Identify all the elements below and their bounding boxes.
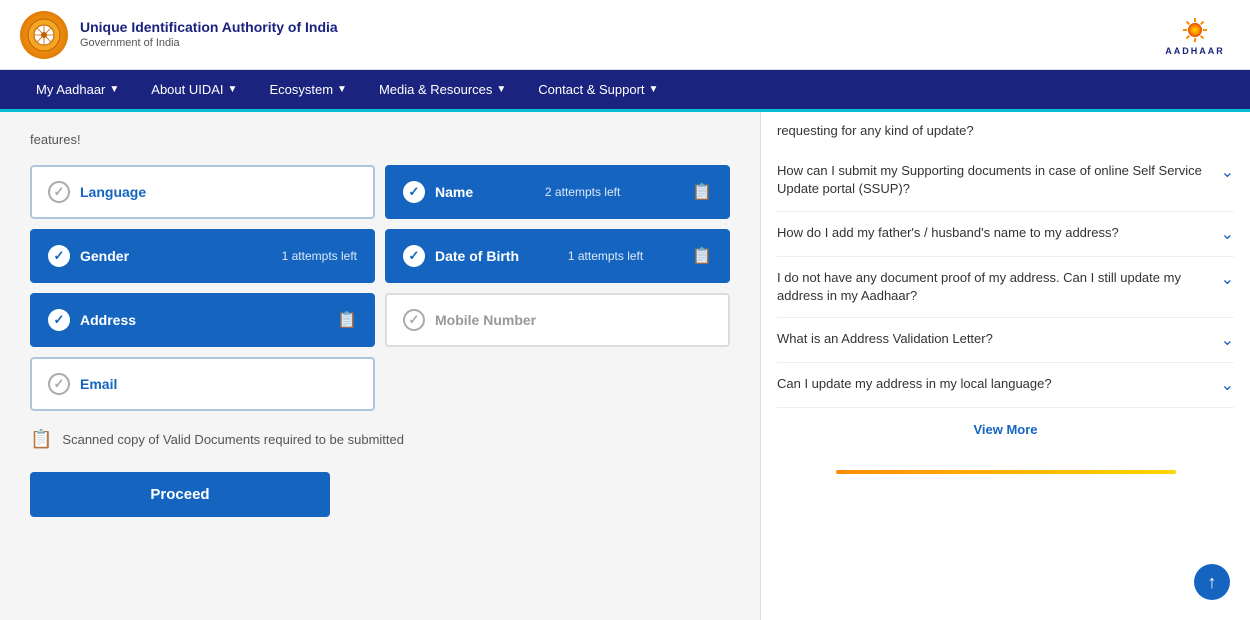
proceed-button[interactable]: Proceed [30,472,330,517]
nav-media-resources[interactable]: Media & Resources ▼ [363,70,522,109]
update-options-grid: ✓ Language ✓ Name 2 attempts left 📋 ✓ Ge… [30,165,730,411]
option-gender[interactable]: ✓ Gender 1 attempts left [30,229,375,283]
nav-about-uidai[interactable]: About UIDAI ▼ [135,70,253,109]
option-address[interactable]: ✓ Address 📋 [30,293,375,347]
illustration-bar [836,470,1176,474]
faq-question-text-3: I do not have any document proof of my a… [777,269,1211,305]
name-doc-icon: 📋 [692,182,712,202]
faq-chevron-1: ⌄ [1221,162,1234,182]
faq-item-4: What is an Address Validation Letter? ⌄ [777,318,1234,363]
main-navbar: My Aadhaar ▼ About UIDAI ▼ Ecosystem ▼ M… [0,70,1250,112]
name-check-icon: ✓ [403,181,425,203]
nav-contact-support[interactable]: Contact & Support ▼ [522,70,674,109]
aadhaar-text: AADHAAR [1165,46,1225,56]
option-language[interactable]: ✓ Language [30,165,375,219]
nav-about-uidai-arrow: ▼ [228,84,238,95]
features-text: features! [30,132,730,147]
nav-ecosystem-arrow: ▼ [337,84,347,95]
name-label: Name [435,184,473,200]
dob-attempts: 1 attempts left [568,249,643,263]
option-name[interactable]: ✓ Name 2 attempts left 📋 [385,165,730,219]
faq-question-4[interactable]: What is an Address Validation Letter? ⌄ [777,330,1234,350]
faq-item-1: How can I submit my Supporting documents… [777,150,1234,211]
faq-question-3[interactable]: I do not have any document proof of my a… [777,269,1234,305]
faq-question-1[interactable]: How can I submit my Supporting documents… [777,162,1234,198]
gender-check-icon: ✓ [48,245,70,267]
nav-my-aadhaar[interactable]: My Aadhaar ▼ [20,70,135,109]
faq-question-5[interactable]: Can I update my address in my local lang… [777,375,1234,395]
faq-partial-text: requesting for any kind of update? [777,122,1234,140]
faq-chevron-2: ⌄ [1221,224,1234,244]
address-check-icon: ✓ [48,309,70,331]
dob-doc-icon: 📋 [692,246,712,266]
view-more-link[interactable]: View More [777,408,1234,447]
option-dob[interactable]: ✓ Date of Birth 1 attempts left 📋 [385,229,730,283]
faq-question-2[interactable]: How do I add my father's / husband's nam… [777,224,1234,244]
nav-my-aadhaar-arrow: ▼ [109,84,119,95]
gov-name: Government of India [80,36,338,50]
header-title-block: Unique Identification Authority of India… [80,18,338,50]
dob-check-icon: ✓ [403,245,425,267]
nav-contact-arrow: ▼ [649,84,659,95]
gender-attempts: 1 attempts left [282,249,357,263]
dob-label: Date of Birth [435,248,519,264]
doc-note-icon: 📋 [30,429,52,450]
language-label: Language [80,184,146,200]
doc-note-text: Scanned copy of Valid Documents required… [62,432,404,447]
faq-item-2: How do I add my father's / husband's nam… [777,212,1234,257]
main-content: features! ✓ Language ✓ Name 2 attempts l… [0,112,1250,620]
faq-chevron-5: ⌄ [1221,375,1234,395]
option-email[interactable]: ✓ Email [30,357,375,411]
mobile-check-icon: ✓ [403,309,425,331]
address-doc-icon: 📋 [337,310,357,330]
ashoka-emblem [20,11,68,59]
header-branding: Unique Identification Authority of India… [20,11,338,59]
nav-media-arrow: ▼ [496,84,506,95]
email-label: Email [80,376,117,392]
doc-note: 📋 Scanned copy of Valid Documents requir… [30,425,730,454]
faq-chevron-3: ⌄ [1221,269,1234,289]
left-panel: features! ✓ Language ✓ Name 2 attempts l… [0,112,760,620]
address-label: Address [80,312,136,328]
faq-chevron-4: ⌄ [1221,330,1234,350]
language-check-icon: ✓ [48,181,70,203]
option-mobile[interactable]: ✓ Mobile Number [385,293,730,347]
faq-item-3: I do not have any document proof of my a… [777,257,1234,318]
faq-question-text-4: What is an Address Validation Letter? [777,330,1211,348]
right-panel: requesting for any kind of update? How c… [760,112,1250,620]
faq-question-text-5: Can I update my address in my local lang… [777,375,1211,393]
scroll-up-button[interactable]: ↑ [1194,564,1230,600]
org-name: Unique Identification Authority of India [80,18,338,36]
name-attempts: 2 attempts left [545,185,620,199]
mobile-label: Mobile Number [435,312,536,328]
email-check-icon: ✓ [48,373,70,395]
faq-question-text-2: How do I add my father's / husband's nam… [777,224,1211,242]
site-header: Unique Identification Authority of India… [0,0,1250,70]
aadhaar-logo: AADHAAR [1160,10,1230,60]
gender-label: Gender [80,248,129,264]
bottom-illustration [777,447,1234,497]
nav-ecosystem[interactable]: Ecosystem ▼ [253,70,362,109]
faq-question-text-1: How can I submit my Supporting documents… [777,162,1211,198]
faq-item-5: Can I update my address in my local lang… [777,363,1234,408]
